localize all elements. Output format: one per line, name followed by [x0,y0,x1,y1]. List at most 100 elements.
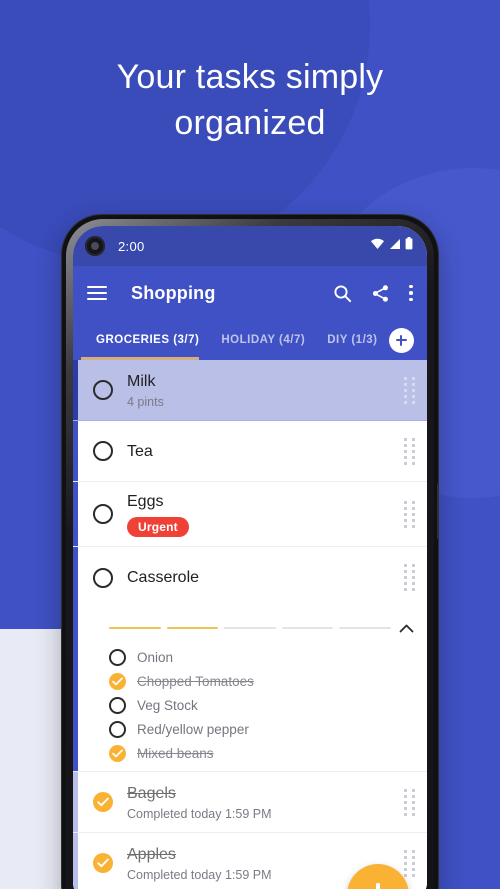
task-row-bagels[interactable]: Bagels Completed today 1:59 PM [73,772,427,833]
subtask-checkbox[interactable] [109,696,126,714]
task-title: Casserole [127,569,200,586]
task-checkbox[interactable] [93,792,113,812]
circle-checked-icon [109,672,126,690]
drag-handle-icon[interactable] [404,564,415,591]
subtask-checkbox[interactable] [109,648,126,666]
drag-handle-icon[interactable] [404,500,415,528]
subtask-progress [73,616,415,645]
row-accent-strip [73,547,78,608]
task-title: Bagels [127,784,176,802]
status-icons [370,237,413,255]
task-title: Tea [127,442,153,460]
subtask-checkbox[interactable] [109,720,126,738]
task-row-eggs[interactable]: Eggs Urgent [73,482,427,547]
task-checkbox[interactable] [93,380,113,400]
promo-screenshot: Your tasks simply organized 2:00 Shoppin… [0,0,500,889]
task-row-tea[interactable]: Tea [73,421,427,482]
status-badge: Urgent [127,517,189,537]
circle-unchecked-icon [93,441,113,461]
app-toolbar: Shopping [73,266,427,320]
drag-handle-icon[interactable] [404,376,415,404]
circle-unchecked-icon [93,504,113,524]
circle-checked-icon [93,853,113,873]
circle-unchecked-icon [93,567,113,588]
share-icon[interactable] [371,284,390,303]
progress-segment [281,626,334,630]
task-row-casserole[interactable]: Casserole [73,547,427,608]
phone-screen: 2:00 Shopping GROCERIES (3/7) HOLIDAY (4… [73,226,427,889]
row-accent-strip [73,772,78,832]
search-icon[interactable] [333,284,352,303]
task-content: Casserole [127,558,396,597]
task-content: Bagels Completed today 1:59 PM [127,774,396,831]
task-checkbox[interactable] [93,441,113,461]
power-button[interactable] [437,483,438,539]
add-list-button[interactable] [388,327,414,353]
row-accent-strip [73,421,78,481]
front-camera-icon [85,236,105,256]
drag-handle-icon[interactable] [404,849,415,877]
row-accent-strip [73,360,78,420]
circle-unchecked-icon [109,696,126,714]
task-list: Milk 4 pints Tea Eggs Urgent Casserole O… [73,360,427,889]
subtask-label: Chopped Tomatoes [137,673,254,689]
battery-icon [405,237,413,255]
subtask-item[interactable]: Veg Stock [73,693,415,717]
status-bar: 2:00 [73,226,427,266]
drag-handle-icon[interactable] [404,788,415,816]
overflow-menu-icon[interactable] [409,284,413,302]
wifi-icon [370,237,385,255]
task-subtitle: 4 pints [127,394,164,409]
circle-checked-icon [93,792,113,812]
hamburger-menu-icon[interactable] [87,286,107,300]
row-accent-strip [73,608,78,771]
task-content: Eggs Urgent [127,482,396,546]
tab-bar: GROCERIES (3/7) HOLIDAY (4/7) DIY (1/3) [73,320,427,360]
row-accent-strip [73,833,78,889]
tab-diy[interactable]: DIY (1/3) [316,334,388,346]
circle-checked-icon [109,744,126,762]
tab-groceries[interactable]: GROCERIES (3/7) [85,334,210,346]
progress-segment [339,626,391,630]
task-title: Milk [127,372,156,390]
tab-holiday[interactable]: HOLIDAY (4/7) [210,334,316,346]
drag-handle-icon[interactable] [404,437,415,465]
row-accent-strip [73,482,78,546]
progress-segments [109,626,391,630]
progress-segment [109,626,161,630]
progress-segment [166,626,219,630]
chevron-up-icon[interactable] [397,619,415,637]
task-checkbox[interactable] [93,504,113,524]
task-subtitle: Completed today 1:59 PM [127,806,272,821]
task-content: Tea [127,432,396,471]
task-checkbox[interactable] [93,567,113,588]
subtask-label: Red/yellow pepper [137,721,249,737]
task-row-milk[interactable]: Milk 4 pints [73,360,427,421]
subtask-panel: Onion Chopped Tomatoes Veg Stock Red/yel… [73,608,427,772]
headline-line-1: Your tasks simply [116,58,384,96]
page-title: Shopping [131,282,216,303]
subtask-label: Onion [137,649,174,665]
circle-unchecked-icon [109,720,126,738]
subtask-item[interactable]: Chopped Tomatoes [73,669,415,693]
subtask-label: Veg Stock [137,697,198,713]
circle-unchecked-icon [93,380,113,400]
progress-segment [224,626,276,630]
subtask-item[interactable]: Red/yellow pepper [73,717,415,741]
subtask-checkbox[interactable] [109,744,126,762]
promo-headline: Your tasks simply organized [0,54,500,146]
status-time: 2:00 [118,238,145,254]
subtask-item[interactable]: Mixed beans [73,741,415,765]
task-title: Eggs [127,493,164,510]
subtask-checkbox[interactable] [109,672,126,690]
task-checkbox[interactable] [93,853,113,873]
task-title: Apples [127,845,176,863]
signal-icon [389,237,401,255]
task-content: Milk 4 pints [127,362,396,419]
subtask-label: Mixed beans [137,745,214,761]
phone-mockup: 2:00 Shopping GROCERIES (3/7) HOLIDAY (4… [62,215,438,889]
toolbar-actions [333,284,413,303]
subtask-item[interactable]: Onion [73,645,415,669]
circle-unchecked-icon [109,648,126,666]
headline-line-2: organized [174,104,326,142]
